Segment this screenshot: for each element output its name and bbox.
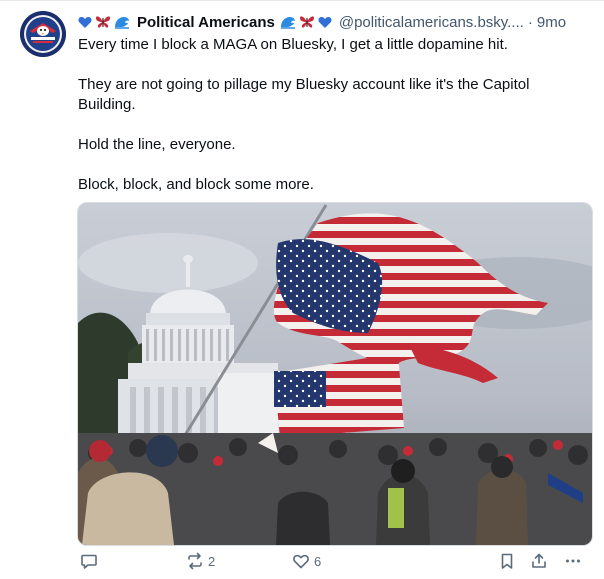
blue-heart-icon [318,16,332,29]
like-count: 6 [314,553,322,569]
post-actions: 2 6 [78,552,584,574]
butterfly-icon [95,15,111,29]
more-options-button[interactable] [564,552,582,570]
bookmark-icon [498,552,516,570]
share-icon [530,552,548,570]
wave-icon [280,15,296,29]
post-timestamp[interactable]: 9mo [537,14,566,31]
like-button[interactable]: 6 [292,552,321,570]
reply-icon [80,552,98,570]
more-icon [564,552,582,570]
repost-count: 2 [208,553,216,569]
like-icon [292,552,310,570]
blue-heart-icon [78,16,92,29]
post-paragraph: They are not going to pillage my Bluesky… [78,76,530,113]
share-button[interactable] [530,552,548,570]
reply-button[interactable] [80,552,98,570]
bookmark-button[interactable] [498,552,516,570]
post-image[interactable] [77,202,593,546]
post-header: Political Americans @politicalamericans.… [78,11,592,33]
avatar[interactable] [20,11,66,57]
repost-icon [186,552,204,570]
post-paragraph: Hold the line, everyone. [78,136,236,153]
post-text: Every time I block a MAGA on Bluesky, I … [78,35,584,215]
post-paragraph: Block, block, and block some more. [78,176,314,193]
repost-button[interactable]: 2 [186,552,215,570]
wave-icon [114,15,130,29]
post-paragraph: Every time I block a MAGA on Bluesky, I … [78,36,508,53]
author-handle[interactable]: @politicalamericans.bsky.... [339,14,524,31]
separator-dot: · [527,13,533,31]
post[interactable]: Political Americans @politicalamericans.… [0,0,604,579]
author-name[interactable]: Political Americans [137,14,275,31]
butterfly-icon [299,15,315,29]
